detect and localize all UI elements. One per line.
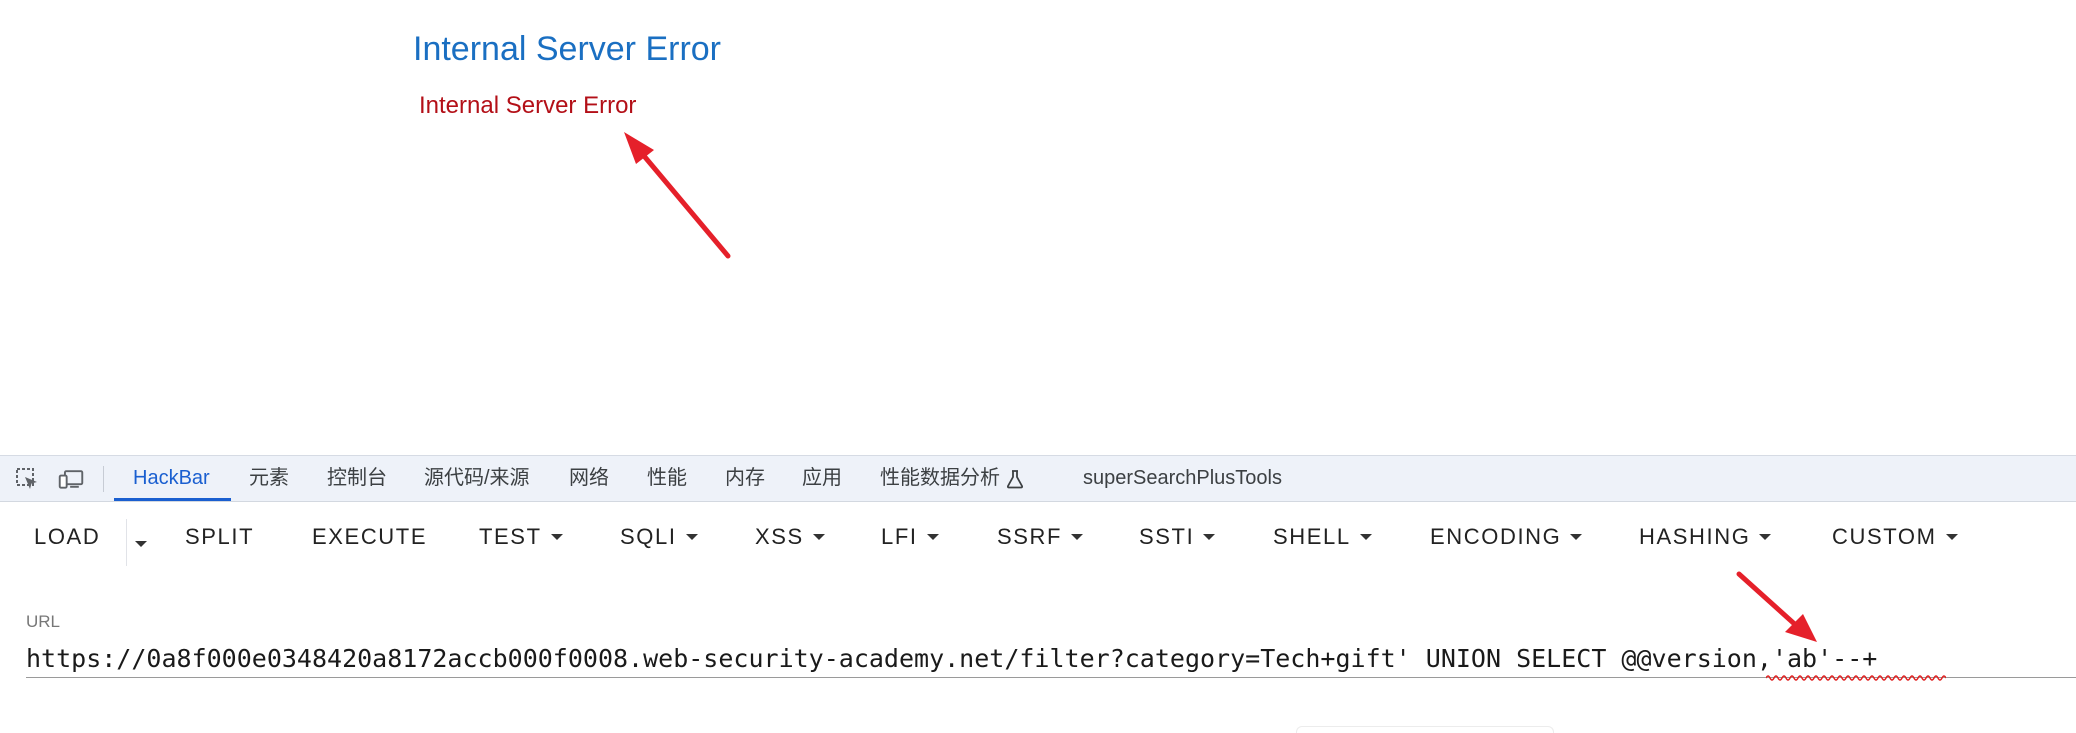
chevron-down-icon (1359, 533, 1372, 540)
tab-supersearchplustools[interactable]: superSearchPlusTools (1083, 456, 1282, 501)
hashing-menu-label: HASHING (1639, 524, 1751, 549)
chevron-down-icon (1945, 533, 1958, 540)
encoding-menu-button[interactable]: ENCODING (1430, 524, 1583, 550)
custom-menu-button[interactable]: CUSTOM (1832, 524, 1958, 550)
devtools-tabbar: HackBar 元素 控制台 源代码/来源 网络 性能 内存 应用 性能数据分析… (0, 456, 2076, 502)
encoding-menu-label: ENCODING (1430, 524, 1562, 549)
tab-sources[interactable]: 源代码/来源 (424, 456, 530, 501)
sqli-menu-button[interactable]: SQLI (620, 524, 698, 550)
split-button[interactable]: SPLIT (185, 524, 254, 550)
active-tab-indicator (114, 498, 231, 501)
tab-hackbar[interactable]: HackBar (133, 456, 210, 501)
xss-menu-label: XSS (755, 524, 804, 549)
tab-elements[interactable]: 元素 (249, 456, 289, 501)
error-message: Internal Server Error (419, 92, 637, 119)
chevron-down-icon (1570, 533, 1583, 540)
ssti-menu-label: SSTI (1139, 524, 1195, 549)
chevron-down-icon (926, 533, 939, 540)
tab-memory[interactable]: 内存 (725, 456, 765, 501)
execute-button[interactable]: EXECUTE (312, 524, 427, 550)
inspect-element-icon[interactable] (14, 466, 40, 492)
hackbar-toolbar: LOAD SPLIT EXECUTE TEST SQLI XSS LFI SSR… (0, 502, 2076, 572)
url-label: URL (26, 612, 61, 631)
tab-performance[interactable]: 性能 (647, 456, 687, 501)
hashing-menu-button[interactable]: HASHING (1639, 524, 1772, 550)
toolbar-divider (103, 466, 104, 492)
annotation-arrow (1736, 571, 1817, 642)
error-title: Internal Server Error (413, 30, 721, 68)
tab-network[interactable]: 网络 (569, 456, 609, 501)
annotation-arrow (624, 132, 731, 259)
lfi-menu-button[interactable]: LFI (881, 524, 939, 550)
chevron-down-icon (685, 533, 698, 540)
custom-menu-label: CUSTOM (1832, 524, 1937, 549)
tab-console[interactable]: 控制台 (327, 456, 387, 501)
shell-menu-button[interactable]: SHELL (1273, 524, 1372, 550)
chevron-down-icon (1071, 533, 1084, 540)
sqli-menu-label: SQLI (620, 524, 677, 549)
device-toolbar-icon[interactable] (58, 466, 84, 492)
test-menu-button[interactable]: TEST (479, 524, 563, 550)
chevron-down-icon (1203, 533, 1216, 540)
test-menu-label: TEST (479, 524, 542, 549)
tab-performance-insights[interactable]: 性能数据分析 (880, 456, 1024, 501)
ssti-menu-button[interactable]: SSTI (1139, 524, 1216, 550)
ssrf-menu-label: SSRF (997, 524, 1063, 549)
lfi-menu-label: LFI (881, 524, 918, 549)
load-dropdown-chevron-icon[interactable] (133, 538, 149, 550)
page-viewport: Internal Server Error Internal Server Er… (0, 0, 2076, 455)
load-button[interactable]: LOAD (34, 524, 100, 550)
devtools-panel: HackBar 元素 控制台 源代码/来源 网络 性能 内存 应用 性能数据分析… (0, 455, 2076, 733)
shell-menu-label: SHELL (1273, 524, 1351, 549)
chevron-down-icon (1759, 533, 1772, 540)
chevron-down-icon (812, 533, 825, 540)
flask-icon (1006, 469, 1024, 489)
spellcheck-squiggle (1766, 675, 1946, 681)
tab-application[interactable]: 应用 (802, 456, 842, 501)
load-split-divider (126, 519, 127, 566)
ssrf-menu-button[interactable]: SSRF (997, 524, 1084, 550)
tab-performance-insights-label: 性能数据分析 (880, 467, 1000, 489)
xss-menu-button[interactable]: XSS (755, 524, 825, 550)
panel-edge (1296, 726, 1554, 733)
chevron-down-icon (550, 533, 563, 540)
